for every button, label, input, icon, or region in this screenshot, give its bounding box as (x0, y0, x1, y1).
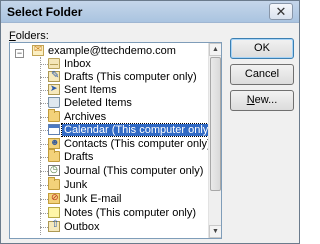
sent-items-icon (48, 83, 60, 95)
tree-node-label: Deleted Items (64, 97, 132, 109)
deleted-items-icon (48, 97, 60, 108)
dialog-title: Select Folder (7, 5, 83, 19)
folder-icon (48, 109, 60, 122)
title-bar: Select Folder ✕ (1, 1, 299, 23)
calendar-icon (48, 124, 60, 135)
arrow-down-icon: ▼ (212, 228, 219, 235)
journal-icon (48, 164, 60, 176)
notes-icon (48, 207, 60, 218)
tree-node-label: Inbox (64, 58, 91, 70)
junk-email-icon (48, 192, 60, 204)
tree-node-label: Junk E-mail (64, 193, 122, 205)
collapse-icon[interactable]: − (15, 49, 24, 58)
arrow-up-icon: ▲ (212, 46, 219, 53)
tree-node-label: Journal (This computer only) (64, 165, 204, 177)
folder-icon (48, 177, 60, 190)
cancel-button[interactable]: Cancel (230, 64, 294, 85)
tree-node-notes[interactable]: Notes (This computer only) (10, 207, 200, 219)
tree-node-inbox[interactable]: Inbox (10, 58, 200, 70)
vertical-scrollbar[interactable]: ▲ ▼ (208, 43, 221, 238)
tree-node-label: Junk (64, 179, 88, 191)
folder-icon (48, 149, 60, 162)
inbox-icon (48, 58, 60, 69)
close-button[interactable]: ✕ (269, 3, 293, 20)
tree-node-label: Outbox (64, 221, 100, 233)
select-folder-dialog: Select Folder ✕ Folders: − example@ttech… (0, 0, 300, 244)
tree-node-junk[interactable]: Junk (10, 177, 200, 191)
tree-node-contacts[interactable]: Contacts (This computer only) (10, 137, 211, 150)
tree-node-root[interactable]: − example@ttechdemo.com (10, 44, 200, 58)
ok-button[interactable]: OK (230, 38, 294, 59)
folder-tree[interactable]: − example@ttechdemo.com Inbox Drafts (Th… (9, 42, 222, 239)
tree-node-calendar[interactable]: Calendar (This computer only) (10, 123, 215, 137)
tree-node-label: Notes (This computer only) (64, 207, 197, 219)
tree-node-journal[interactable]: Journal (This computer only) (10, 164, 203, 177)
tree-node-label: Contacts (This computer only) (64, 138, 211, 150)
tree-node-drafts-local[interactable]: Drafts (This computer only) (10, 70, 200, 83)
tree-node-drafts[interactable]: Drafts (10, 149, 200, 163)
tree-node-label: Drafts (This computer only) (64, 71, 197, 83)
drafts-icon (48, 70, 60, 82)
tree-node-archives[interactable]: Archives (10, 109, 200, 123)
mailbox-icon (32, 44, 44, 56)
tree-node-outbox[interactable]: Outbox (10, 219, 200, 233)
tree-node-junk-email[interactable]: Junk E-mail (10, 192, 200, 205)
tree-node-label: Sent Items (64, 84, 117, 96)
contacts-icon (48, 137, 60, 149)
scroll-up-button[interactable]: ▲ (209, 43, 221, 56)
outbox-icon (48, 219, 60, 232)
tree-node-label: Calendar (This computer only) (61, 123, 215, 137)
tree-node-sent-items[interactable]: Sent Items (10, 83, 200, 96)
tree-node-label: Drafts (64, 151, 94, 163)
tree-node-label: Archives (64, 111, 107, 123)
folder-tree-content: − example@ttechdemo.com Inbox Drafts (Th… (10, 43, 215, 238)
new-folder-button[interactable]: New... (230, 90, 294, 111)
tree-node-deleted-items[interactable]: Deleted Items (10, 97, 200, 109)
scroll-down-button[interactable]: ▼ (209, 225, 221, 238)
folders-label: Folders: (9, 30, 49, 42)
tree-node-label: example@ttechdemo.com (48, 45, 176, 57)
scrollbar-thumb[interactable] (210, 57, 221, 191)
close-icon: ✕ (275, 4, 287, 19)
